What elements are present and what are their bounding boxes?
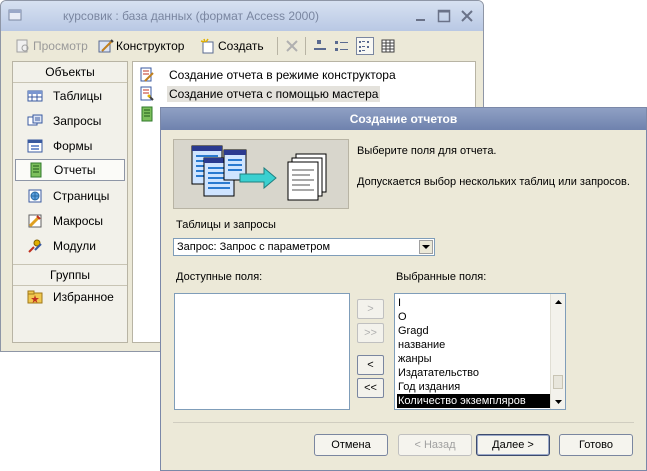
design-report-icon (139, 67, 155, 83)
selected-fields-list[interactable]: I O Gragd название жанры Издатательство … (394, 293, 566, 410)
tables-queries-label: Таблицы и запросы (176, 219, 276, 231)
sidebar-item-queries[interactable]: Запросы (15, 110, 125, 132)
favorites-icon (27, 289, 43, 305)
toolbar-separator (277, 37, 278, 55)
list-view-icon[interactable] (356, 37, 374, 55)
close-icon[interactable] (459, 8, 475, 24)
sidebar-item-reports[interactable]: Отчеты (15, 159, 125, 181)
large-icons-view-icon[interactable] (312, 38, 328, 54)
delete-icon[interactable] (284, 38, 300, 54)
finish-button[interactable]: Готово (559, 434, 633, 456)
query-icon (27, 113, 43, 129)
small-icons-view-icon[interactable] (334, 38, 350, 54)
maximize-icon[interactable] (436, 8, 452, 24)
objects-header[interactable]: Объекты (13, 62, 127, 83)
list-item[interactable]: I (397, 296, 550, 310)
selected-fields-scrollbar[interactable] (550, 294, 565, 409)
database-window-titlebar[interactable]: курсовик : база данных (формат Access 20… (1, 1, 483, 31)
preview-button[interactable]: Просмотр (15, 38, 88, 54)
page-icon (27, 188, 43, 204)
list-item[interactable]: Создание отчета в режиме конструктора (139, 66, 398, 84)
minimize-icon[interactable] (413, 8, 429, 24)
toolbar-separator (305, 37, 306, 55)
list-item[interactable]: O (397, 310, 550, 324)
list-item[interactable]: название (397, 338, 550, 352)
available-fields-list[interactable] (174, 293, 350, 410)
create-icon (200, 38, 216, 54)
list-item[interactable]: Год издания (397, 380, 550, 394)
add-field-button[interactable]: > (357, 299, 384, 319)
next-button[interactable]: Далее > (476, 434, 550, 456)
dialog-title[interactable]: Создание отчетов (161, 108, 646, 130)
sidebar-item-pages[interactable]: Страницы (15, 185, 125, 207)
cancel-button[interactable]: Отмена (314, 434, 388, 456)
design-button[interactable]: Конструктор (98, 38, 184, 54)
database-icon (8, 8, 22, 22)
scroll-down-icon[interactable] (552, 395, 565, 408)
sidebar-item-modules[interactable]: Модули (15, 235, 125, 257)
dialog-separator (173, 422, 634, 423)
macro-icon (27, 213, 43, 229)
list-item[interactable]: жанры (397, 352, 550, 366)
create-button[interactable]: Создать (200, 38, 264, 54)
preview-icon (15, 38, 31, 54)
report-icon (28, 162, 44, 178)
form-icon (27, 138, 43, 154)
list-item[interactable]: Издатательство (397, 366, 550, 380)
database-window-title: курсовик : база данных (формат Access 20… (63, 9, 320, 23)
instruction-text: Выберите поля для отчета. (357, 145, 497, 157)
back-button[interactable]: < Назад (398, 434, 472, 456)
sidebar-item-macros[interactable]: Макросы (15, 210, 125, 232)
report-icon (139, 106, 155, 122)
add-all-fields-button[interactable]: >> (357, 323, 384, 343)
sidebar-item-forms[interactable]: Формы (15, 135, 125, 157)
select-value: Запрос: Запрос с параметром (177, 241, 331, 253)
details-view-icon[interactable] (380, 38, 396, 54)
list-item[interactable]: Создание отчета с помощью мастера (139, 85, 381, 103)
sidebar-item-tables[interactable]: Таблицы (15, 85, 125, 107)
available-fields-label: Доступные поля: (176, 271, 263, 283)
selected-fields-label: Выбранные поля: (396, 271, 487, 283)
database-toolbar: Просмотр Конструктор Создать (1, 31, 483, 59)
module-icon (27, 238, 43, 254)
remove-field-button[interactable]: < (357, 355, 384, 375)
wizard-illustration (173, 139, 349, 209)
groups-header[interactable]: Группы (13, 264, 127, 286)
wizard-report-icon (139, 86, 155, 102)
list-item[interactable]: Gragd (397, 324, 550, 338)
remove-all-fields-button[interactable]: << (357, 378, 384, 398)
list-item-selected[interactable]: Количество экземпляров (397, 394, 550, 408)
table-icon (27, 88, 43, 104)
report-wizard-dialog: Создание отчетов Выберите поля для отчет… (160, 107, 647, 471)
scrollbar-thumb[interactable] (553, 375, 563, 389)
tables-queries-select[interactable]: Запрос: Запрос с параметром (173, 238, 435, 256)
objects-sidebar: Объекты Таблицы Запросы Формы Отчеты Стр… (12, 61, 128, 343)
sidebar-item-favorites[interactable]: Избранное (15, 286, 125, 308)
hint-text: Допускается выбор нескольких таблиц или … (357, 176, 630, 188)
chevron-down-icon[interactable] (419, 240, 433, 254)
scroll-up-icon[interactable] (552, 295, 565, 308)
design-icon (98, 38, 114, 54)
